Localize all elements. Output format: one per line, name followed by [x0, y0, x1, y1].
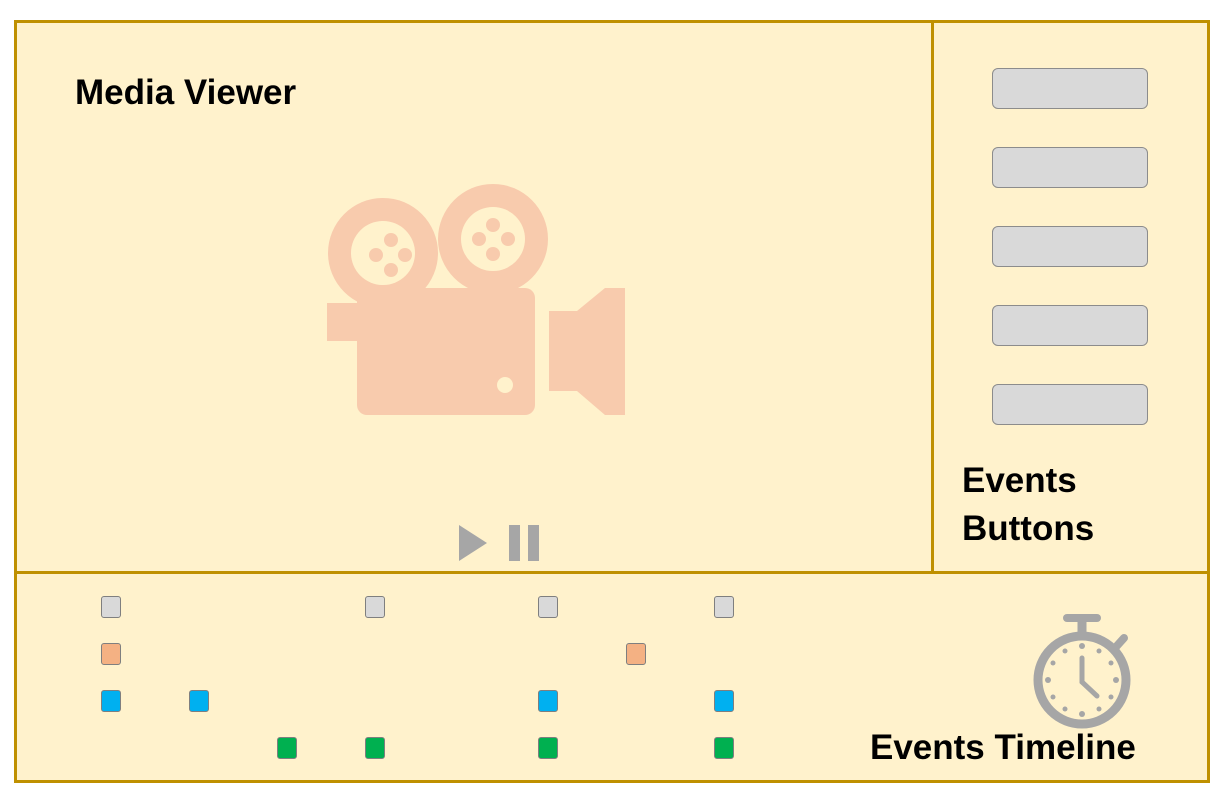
event-button-5[interactable]: [992, 384, 1148, 425]
media-viewer-title: Media Viewer: [75, 73, 297, 112]
events-buttons-title: Events Buttons: [962, 461, 1095, 548]
timeline-event-marker[interactable]: [365, 596, 385, 618]
timeline-event-marker[interactable]: [277, 737, 297, 759]
play-icon: [459, 525, 487, 561]
timeline-event-marker[interactable]: [714, 690, 734, 712]
stopwatch-icon: [1033, 614, 1131, 729]
timeline-event-marker[interactable]: [101, 643, 121, 665]
timeline-event-marker[interactable]: [538, 690, 558, 712]
timeline-event-marker[interactable]: [189, 690, 209, 712]
timeline-event-marker[interactable]: [101, 690, 121, 712]
timeline-event-marker[interactable]: [365, 737, 385, 759]
timeline-event-marker[interactable]: [626, 643, 646, 665]
event-button-3[interactable]: [992, 226, 1148, 267]
events-timeline-panel: Events Timeline: [14, 571, 1210, 783]
timeline-event-marker[interactable]: [538, 596, 558, 618]
play-button[interactable]: [459, 523, 489, 563]
pause-icon: [509, 525, 539, 561]
timeline-event-marker[interactable]: [101, 596, 121, 618]
pause-button[interactable]: [507, 523, 541, 563]
event-button-4[interactable]: [992, 305, 1148, 346]
events-buttons-panel: Events Buttons: [931, 20, 1210, 575]
timeline-event-marker[interactable]: [714, 596, 734, 618]
event-button-1[interactable]: [992, 68, 1148, 109]
event-button-2[interactable]: [992, 147, 1148, 188]
events-timeline-title: Events Timeline: [870, 728, 1136, 767]
timeline-event-marker[interactable]: [714, 737, 734, 759]
video-camera-icon: [327, 184, 625, 415]
timeline-event-marker[interactable]: [538, 737, 558, 759]
media-viewer-panel: Media Viewer: [14, 20, 935, 575]
